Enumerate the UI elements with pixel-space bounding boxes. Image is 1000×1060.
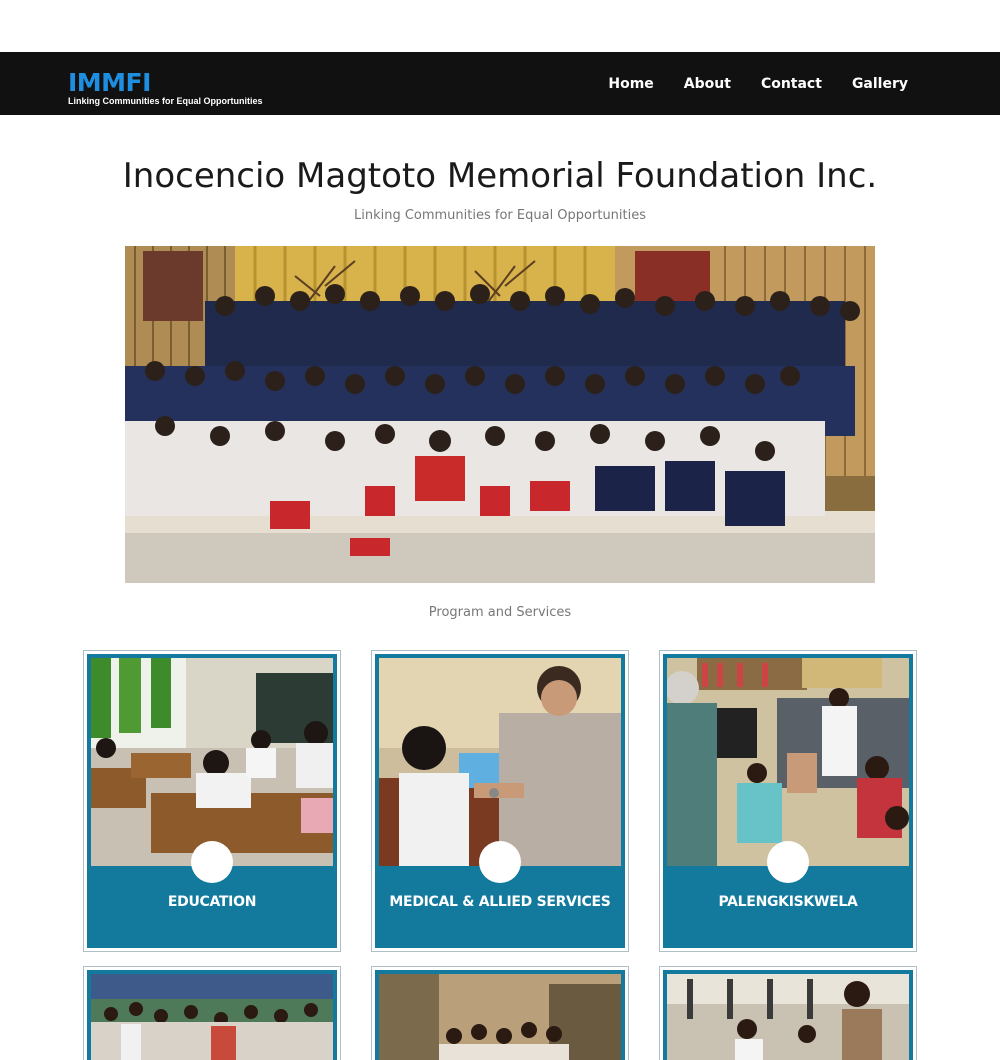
card-body bbox=[87, 970, 337, 1060]
card-photo-education bbox=[91, 658, 333, 866]
hero-group-photo bbox=[125, 246, 875, 583]
programs-heading: Program and Services bbox=[428, 605, 572, 620]
nav-link-about[interactable]: About bbox=[684, 76, 731, 92]
card-body: EDUCATION bbox=[87, 654, 337, 948]
program-card-education[interactable]: EDUCATION bbox=[83, 650, 341, 952]
card-label-medical: MEDICAL & ALLIED SERVICES bbox=[389, 894, 611, 910]
program-card-row2-3[interactable] bbox=[659, 966, 917, 1060]
program-card-row2-2[interactable] bbox=[371, 966, 629, 1060]
card-photo bbox=[379, 974, 621, 1060]
program-card-palengkiskwela[interactable]: PALENGKISKWELA bbox=[659, 650, 917, 952]
card-label-education: EDUCATION bbox=[167, 894, 257, 910]
hero-photo-art bbox=[125, 246, 875, 583]
indoor-photo bbox=[379, 974, 621, 1060]
card-circle-icon bbox=[191, 841, 233, 883]
medical-photo bbox=[379, 658, 621, 866]
brand-name: IMMFI bbox=[68, 68, 151, 97]
card-body: MEDICAL & ALLIED SERVICES bbox=[375, 654, 625, 948]
nav-link-home[interactable]: Home bbox=[608, 76, 653, 92]
page-subtitle: Linking Communities for Equal Opportunit… bbox=[353, 208, 647, 223]
nav-link-contact[interactable]: Contact bbox=[761, 76, 822, 92]
palengkiskwela-photo bbox=[667, 658, 909, 866]
card-photo bbox=[667, 974, 909, 1060]
outdoor-photo bbox=[91, 974, 333, 1060]
card-label-palengkiskwela: PALENGKISKWELA bbox=[718, 894, 858, 910]
card-photo-medical bbox=[379, 658, 621, 866]
nav-links: Home About Contact Gallery bbox=[608, 52, 908, 115]
card-photo-palengkiskwela bbox=[667, 658, 909, 866]
brand-logo[interactable]: IMMFI Linking Communities for Equal Oppo… bbox=[68, 68, 263, 107]
page-title: Inocencio Magtoto Memorial Foundation In… bbox=[122, 156, 878, 196]
card-body bbox=[375, 970, 625, 1060]
card-body bbox=[663, 970, 913, 1060]
card-circle-icon bbox=[479, 841, 521, 883]
nav-link-gallery[interactable]: Gallery bbox=[852, 76, 908, 92]
card-body: PALENGKISKWELA bbox=[663, 654, 913, 948]
classroom-photo bbox=[91, 658, 333, 866]
card-circle-icon bbox=[767, 841, 809, 883]
hall-photo bbox=[667, 974, 909, 1060]
program-card-medical[interactable]: MEDICAL & ALLIED SERVICES bbox=[371, 650, 629, 952]
card-photo bbox=[91, 974, 333, 1060]
top-navbar: IMMFI Linking Communities for Equal Oppo… bbox=[0, 52, 1000, 115]
program-card-row2-1[interactable] bbox=[83, 966, 341, 1060]
brand-tagline: Linking Communities for Equal Opportunit… bbox=[68, 96, 263, 106]
